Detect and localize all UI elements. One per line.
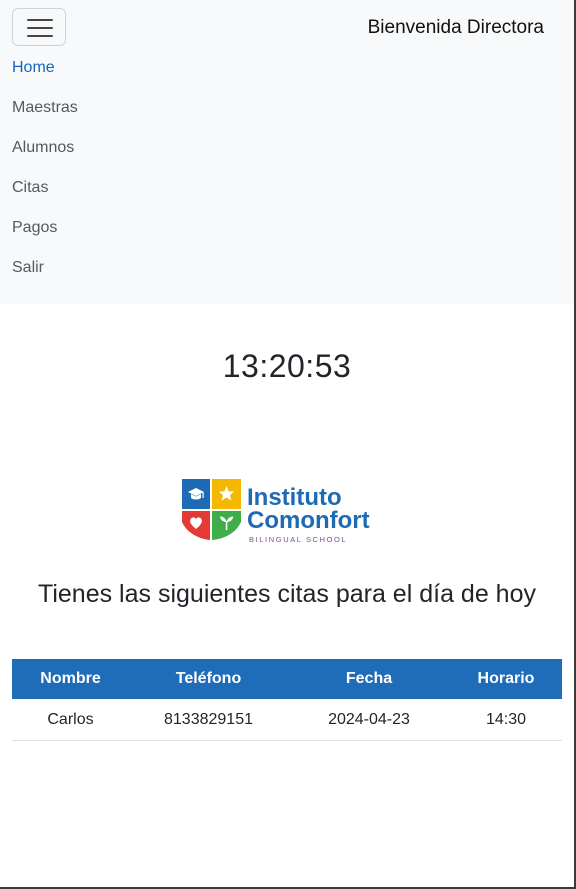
column-header-telefono: Teléfono xyxy=(129,659,288,699)
nav-item-maestras[interactable]: Maestras xyxy=(12,88,78,128)
logo-tagline: BILINGUAL SCHOOL xyxy=(249,535,347,544)
navbar: Bienvenida Directora Home Maestras Alumn… xyxy=(0,0,574,304)
table-row: Carlos 8133829151 2024-04-23 14:30 xyxy=(12,699,562,741)
logo-line-2: Comonfort xyxy=(247,507,370,534)
hamburger-menu-icon xyxy=(27,19,53,37)
nav-menu: Home Maestras Alumnos Citas Pagos Salir xyxy=(12,48,78,288)
nav-item-pagos[interactable]: Pagos xyxy=(12,208,78,248)
cell-fecha: 2024-04-23 xyxy=(288,699,450,741)
cell-telefono: 8133829151 xyxy=(129,699,288,741)
clock-display: 13:20:53 xyxy=(222,348,352,384)
column-header-horario: Horario xyxy=(450,659,562,699)
table-header-row: Nombre Teléfono Fecha Horario xyxy=(12,659,562,699)
school-logo: Instituto Comonfort BILINGUAL SCHOOL xyxy=(182,479,370,544)
cell-nombre: Carlos xyxy=(12,699,129,741)
nav-item-salir[interactable]: Salir xyxy=(12,248,78,288)
appointments-heading: Tienes las siguientes citas para el día … xyxy=(38,580,536,608)
nav-item-alumnos[interactable]: Alumnos xyxy=(12,128,78,168)
column-header-fecha: Fecha xyxy=(288,659,450,699)
cell-horario: 14:30 xyxy=(450,699,562,741)
navbar-toggler-button[interactable] xyxy=(12,8,66,46)
welcome-message: Bienvenida Directora xyxy=(367,17,544,38)
appointments-table: Nombre Teléfono Fecha Horario Carlos 813… xyxy=(12,659,562,741)
nav-item-home[interactable]: Home xyxy=(12,48,78,88)
nav-item-citas[interactable]: Citas xyxy=(12,168,78,208)
column-header-nombre: Nombre xyxy=(12,659,129,699)
